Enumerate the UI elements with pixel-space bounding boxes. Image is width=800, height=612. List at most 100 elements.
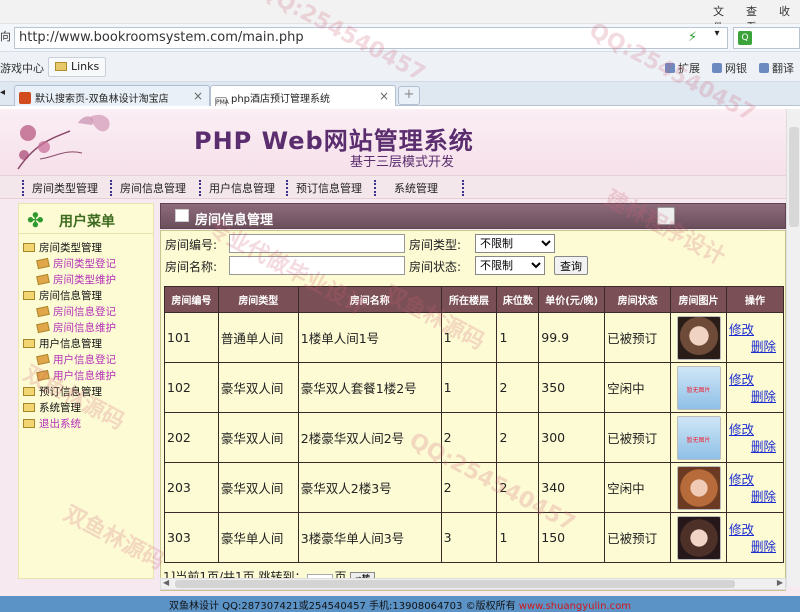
room-status-label: 房间状态: xyxy=(409,260,462,274)
sidebar-item-label: 房间信息管理 xyxy=(39,290,102,302)
sidebar-item-room-info-register[interactable]: 房间信息登记 xyxy=(23,304,153,320)
bank-button[interactable]: 网银 xyxy=(712,60,747,76)
room-photo[interactable] xyxy=(676,515,721,560)
sidebar-item-user-info-register[interactable]: 用户信息登记 xyxy=(23,352,153,368)
new-tab-button[interactable]: + xyxy=(398,86,420,105)
nav-system[interactable]: 系统管理 xyxy=(374,180,438,196)
nav-divider xyxy=(462,180,472,196)
tab-scroll-left-icon[interactable]: ◂ xyxy=(0,87,14,105)
cell-image: 暂无图片 xyxy=(670,362,727,413)
sidebar-item-room-type-maintain[interactable]: 房间类型维护 xyxy=(23,272,153,288)
delete-link[interactable]: 删除 xyxy=(729,438,783,455)
games-center-link[interactable]: 游戏中心 xyxy=(0,60,44,76)
sidebar-item-user-info-manage[interactable]: 用户信息管理 xyxy=(23,336,153,352)
col-floor: 所在楼层 xyxy=(440,286,498,313)
room-photo[interactable] xyxy=(676,315,721,360)
edit-link[interactable]: 修改 xyxy=(729,471,783,488)
cell-status: 空闲中 xyxy=(604,462,672,513)
cell-actions: 修改 删除 xyxy=(725,512,785,563)
tab-default-search[interactable]: 默认搜索页-双鱼林设计淘宝店 × xyxy=(14,85,210,106)
delete-link[interactable]: 删除 xyxy=(729,388,783,405)
cell-floor: 3 xyxy=(440,512,498,563)
table-row: 303 豪华单人间 3楼豪华单人间3号 3 1 150 已被预订 修改 删除 xyxy=(164,512,785,563)
print-icon[interactable] xyxy=(657,207,675,225)
scroll-left-icon[interactable]: ◀ xyxy=(163,578,169,587)
cell-beds: 2 xyxy=(496,362,540,413)
sidebar-item-room-type-manage[interactable]: 房间类型管理 xyxy=(23,240,153,256)
cell-room-type: 豪华双人间 xyxy=(217,412,299,463)
cell-floor: 2 xyxy=(440,412,498,463)
browser-menubar: 文件 查看 收 xyxy=(0,0,800,34)
edit-link[interactable]: 修改 xyxy=(729,371,783,388)
search-engine-icon: Q xyxy=(738,31,752,45)
scroll-right-icon[interactable]: ▶ xyxy=(777,578,783,587)
book-icon xyxy=(36,369,50,382)
sidebar-item-room-info-manage[interactable]: 房间信息管理 xyxy=(23,288,153,304)
sidebar-item-logout[interactable]: 退出系统 xyxy=(23,416,153,432)
col-room-type: 房间类型 xyxy=(217,286,299,313)
room-no-input[interactable] xyxy=(229,234,405,253)
sidebar-item-user-info-maintain[interactable]: 用户信息维护 xyxy=(23,368,153,384)
filter-row: 房间编号: 房间类型: 不限制 xyxy=(163,233,783,255)
col-room-no: 房间编号 xyxy=(164,286,219,313)
cell-image xyxy=(670,312,727,363)
sidebar-item-system-manage[interactable]: 系统管理 xyxy=(23,400,153,416)
room-no-label: 房间编号: xyxy=(165,238,218,252)
cell-room-no: 102 xyxy=(164,362,219,413)
search-button[interactable]: 查询 xyxy=(554,256,588,275)
cell-beds: 1 xyxy=(496,512,540,563)
sidebar-header: ✤ 用户菜单 xyxy=(19,204,153,234)
nav-booking-info[interactable]: 预订信息管理 xyxy=(286,180,362,196)
cell-room-name: 3楼豪华单人间3号 xyxy=(297,512,442,563)
room-photo[interactable] xyxy=(676,465,721,510)
links-folder[interactable]: Links xyxy=(48,57,107,77)
url-input[interactable]: http://www.bookroomsystem.com/main.php xyxy=(14,27,728,49)
cell-actions: 修改 删除 xyxy=(725,362,785,413)
scroll-thumb[interactable] xyxy=(175,580,735,588)
chevron-down-icon[interactable]: ▾ xyxy=(708,28,726,46)
edit-link[interactable]: 修改 xyxy=(729,521,783,538)
sidebar-title: 用户菜单 xyxy=(59,214,115,230)
main-header: 房间信息管理 xyxy=(160,203,786,229)
book-icon xyxy=(36,257,50,270)
delete-link[interactable]: 删除 xyxy=(729,488,783,505)
cell-room-name: 2楼豪华双人间2号 xyxy=(297,412,442,463)
room-type-select[interactable]: 不限制 xyxy=(475,234,555,253)
nav-room-info[interactable]: 房间信息管理 xyxy=(110,180,186,196)
favorites-bar: 游戏中心 Links 扩展 网银 翻译 xyxy=(0,52,800,82)
edit-link[interactable]: 修改 xyxy=(729,321,783,338)
footer-site-link[interactable]: www.shuangyulin.com xyxy=(519,601,631,612)
cell-floor: 1 xyxy=(440,312,498,363)
edit-link[interactable]: 修改 xyxy=(729,421,783,438)
sidebar-item-booking-manage[interactable]: 预订信息管理 xyxy=(23,384,153,400)
tab-label: 默认搜索页-双鱼林设计淘宝店 xyxy=(35,94,169,105)
extensions-button[interactable]: 扩展 xyxy=(665,60,700,76)
sidebar-item-room-info-maintain[interactable]: 房间信息维护 xyxy=(23,320,153,336)
room-status-select[interactable]: 不限制 xyxy=(475,256,545,275)
translate-button[interactable]: 翻译 xyxy=(759,60,794,76)
cell-room-type: 豪华双人间 xyxy=(217,462,299,513)
book-icon xyxy=(36,305,50,318)
search-box[interactable]: Q xyxy=(733,27,800,49)
table-row: 202 豪华双人间 2楼豪华双人间2号 2 2 300 已被预订 暂无图片 修改 删除 xyxy=(164,412,785,463)
no-image-placeholder[interactable]: 暂无图片 xyxy=(676,365,721,410)
tab-hotel-system[interactable]: PMA php酒店预订管理系统 × xyxy=(210,85,396,106)
cell-room-no: 203 xyxy=(164,462,219,513)
go-arrow-icon[interactable]: ⚡ xyxy=(688,30,697,45)
no-image-placeholder[interactable]: 暂无图片 xyxy=(676,415,721,460)
vertical-scrollbar[interactable] xyxy=(786,109,800,587)
delete-link[interactable]: 删除 xyxy=(729,338,783,355)
sidebar-item-room-type-register[interactable]: 房间类型登记 xyxy=(23,256,153,272)
nav-user-info[interactable]: 用户信息管理 xyxy=(199,180,275,196)
nav-room-type[interactable]: 房间类型管理 xyxy=(22,180,98,196)
top-nav: 房间类型管理 房间信息管理 用户信息管理 预订信息管理 系统管理 xyxy=(0,175,786,199)
flower-decoration-icon xyxy=(17,114,110,170)
delete-link[interactable]: 删除 xyxy=(729,538,783,555)
cell-image: 暂无图片 xyxy=(670,412,727,463)
close-icon[interactable]: × xyxy=(379,89,389,103)
room-name-input[interactable] xyxy=(229,256,405,275)
pma-icon: PMA xyxy=(215,97,229,106)
horizontal-scrollbar[interactable]: ◀ ▶ xyxy=(160,578,786,590)
close-icon[interactable]: × xyxy=(193,89,203,103)
scroll-thumb[interactable] xyxy=(789,127,799,227)
